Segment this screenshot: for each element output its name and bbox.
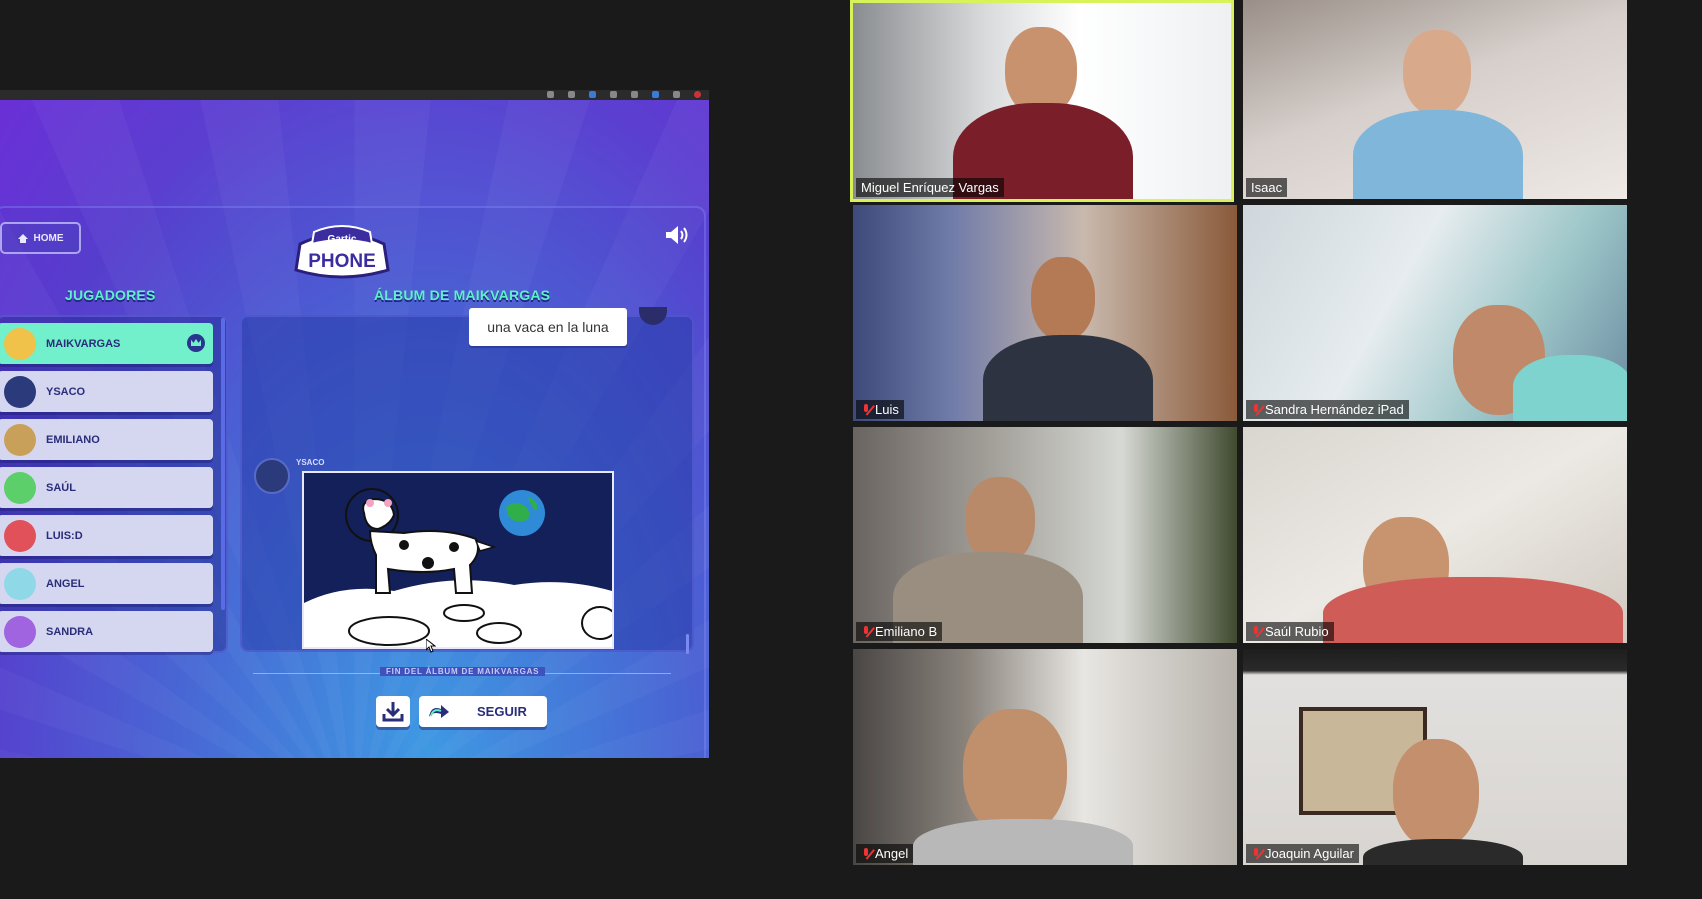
participant-name-tag: Joaquin Aguilar [1246,844,1359,863]
album-heading: ÁLBUM DE MAIKVARGAS [374,287,551,303]
participant-name: Angel [875,846,909,861]
speaker-volume-icon[interactable] [664,224,692,246]
player-avatar [4,471,36,504]
player-item-sandra[interactable]: SANDRA [0,611,213,652]
participant-name: Luis [875,402,899,417]
album-scrollbar[interactable] [686,634,689,654]
player-avatar [4,567,36,600]
players-list-panel: MAIKVARGAS YSACO EMILIANO SAÚL LUIS:D AN… [0,315,228,653]
crown-host-icon [187,334,205,352]
participant-face [1393,739,1479,849]
players-scrollbar[interactable] [221,318,225,610]
extension-icon[interactable] [673,91,680,98]
participant-name: Sandra Hernández iPad [1265,402,1404,417]
extension-icon[interactable] [568,91,575,98]
participant-name: Emiliano B [875,624,938,639]
player-item-saul[interactable]: SAÚL [0,467,213,508]
video-tile-miguel[interactable]: Miguel Enríquez Vargas [850,0,1234,202]
video-tile-saul[interactable]: Saúl Rubio [1243,427,1627,643]
participant-name: Saúl Rubio [1265,624,1329,639]
participant-body [1513,355,1627,421]
album-end-label: FIN DEL ÁLBUM DE MAIKVARGAS [380,667,546,676]
player-name: EMILIANO [46,433,100,446]
video-tile-isaac[interactable]: Isaac [1243,0,1627,199]
player-avatar [4,375,36,408]
player-item-emiliano[interactable]: EMILIANO [0,419,213,460]
participant-face [1403,30,1471,116]
muted-mic-icon [861,403,871,416]
player-name: SAÚL [46,481,76,494]
mouse-cursor-icon [426,639,436,653]
participant-body [1363,839,1523,865]
video-tile-sandra[interactable]: Sandra Hernández iPad [1243,205,1627,421]
continue-button[interactable]: SEGUIR [419,696,547,727]
player-name: LUIS:D [46,529,83,542]
drawer-name: YSACO [296,458,325,467]
players-heading: JUGADORES [65,287,156,303]
extension-icon[interactable] [610,91,617,98]
continue-button-label: SEGUIR [477,704,527,719]
muted-mic-icon [1251,403,1261,416]
video-tile-emiliano[interactable]: Emiliano B [853,427,1237,643]
home-button[interactable]: HOME [0,222,81,254]
logo-bottom-text: PHONE [308,251,376,272]
player-name: YSACO [46,385,86,398]
album-drawing-cow-on-moon [302,471,614,649]
player-item-luis[interactable]: LUIS:D [0,515,213,556]
participant-body [1353,110,1523,199]
house-icon [17,233,28,243]
logo-top-text: Gartic [328,234,357,245]
participant-body [1323,577,1623,643]
player-item-ysaco[interactable]: YSACO [0,371,213,412]
player-item-maikvargas[interactable]: MAIKVARGAS [0,323,213,364]
player-name: SANDRA [46,625,94,638]
download-button[interactable] [376,696,410,727]
muted-mic-icon [1251,847,1261,860]
participant-name-tag: Luis [856,400,904,419]
caption-bubble: una vaca en la luna [469,308,627,346]
participant-name-tag: Sandra Hernández iPad [1246,400,1409,419]
participant-face [963,709,1067,837]
participant-name-tag: Miguel Enríquez Vargas [856,178,1004,197]
muted-mic-icon [1251,625,1261,638]
video-tile-joaquin[interactable]: Joaquin Aguilar [1243,649,1627,865]
participant-name-tag: Saúl Rubio [1246,622,1334,641]
participant-name-tag: Isaac [1246,178,1288,197]
muted-mic-icon [861,847,871,860]
participant-body [983,335,1153,421]
player-name: ANGEL [46,577,85,590]
video-tile-luis[interactable]: Luis [853,205,1237,421]
gartic-phone-logo[interactable]: Gartic PHONE [292,222,392,282]
participant-face [1031,257,1095,341]
home-button-label: HOME [33,232,64,244]
extension-icon[interactable] [652,91,659,98]
player-name: MAIKVARGAS [46,337,121,350]
video-tile-angel[interactable]: Angel [853,649,1237,865]
player-avatar [4,327,36,360]
profile-icon[interactable] [694,91,701,98]
player-avatar [4,615,36,648]
download-icon [382,702,404,722]
browser-toolbar [0,90,709,100]
player-item-angel[interactable]: ANGEL [0,563,213,604]
shared-screen-gartic-phone: HOME Gartic PHONE JUGADORES ÁLBUM DE MAI… [0,90,709,758]
participant-name: Miguel Enríquez Vargas [861,180,999,195]
extension-icon[interactable] [631,91,638,98]
player-avatar [4,423,36,456]
participant-name-tag: Emiliano B [856,622,943,641]
player-avatar [4,519,36,552]
extension-icon[interactable] [589,91,596,98]
browser-extension-icons [547,91,701,98]
arrow-continue-icon [429,704,449,718]
participant-body [913,819,1133,865]
participant-name: Joaquin Aguilar [1265,846,1354,861]
drawer-avatar [254,458,290,494]
extension-icon[interactable] [547,91,554,98]
participant-name-tag: Angel [856,844,914,863]
muted-mic-icon [861,625,871,638]
participant-name: Isaac [1251,180,1283,195]
